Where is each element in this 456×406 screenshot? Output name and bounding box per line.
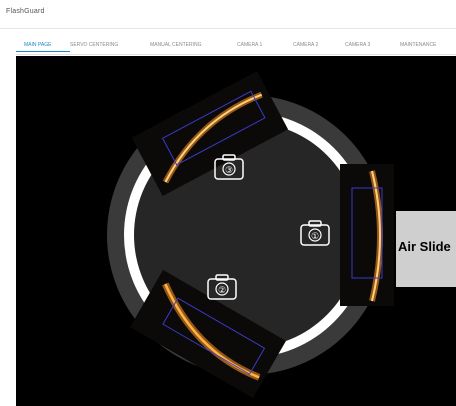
machine-view: ③ ① ② Air Slide <box>16 56 456 406</box>
tab-manual-centering[interactable]: MANUAL CENTERING <box>150 40 237 52</box>
tab-maintenance[interactable]: MAINTENANCE <box>400 40 450 52</box>
tab-camera-2[interactable]: CAMERA 2 <box>293 40 345 52</box>
camera-3-number: ③ <box>224 165 234 175</box>
camera-1-number: ① <box>310 231 320 241</box>
header-divider <box>0 28 456 29</box>
air-slide-label: Air Slide <box>398 239 451 254</box>
tab-main-page[interactable]: MAIN PAGE <box>16 40 70 52</box>
camera-1-image[interactable] <box>340 164 394 306</box>
tab-camera-1[interactable]: CAMERA 1 <box>237 40 293 52</box>
tab-servo-centering[interactable]: SERVO CENTERING <box>70 40 150 52</box>
tab-camera-3[interactable]: CAMERA 3 <box>345 40 400 52</box>
machine-diagram <box>107 71 394 399</box>
tab-bar: MAIN PAGE SERVO CENTERING MANUAL CENTERI… <box>16 40 456 55</box>
app-title: FlashGuard <box>6 8 45 15</box>
camera-2-number: ② <box>217 285 227 295</box>
